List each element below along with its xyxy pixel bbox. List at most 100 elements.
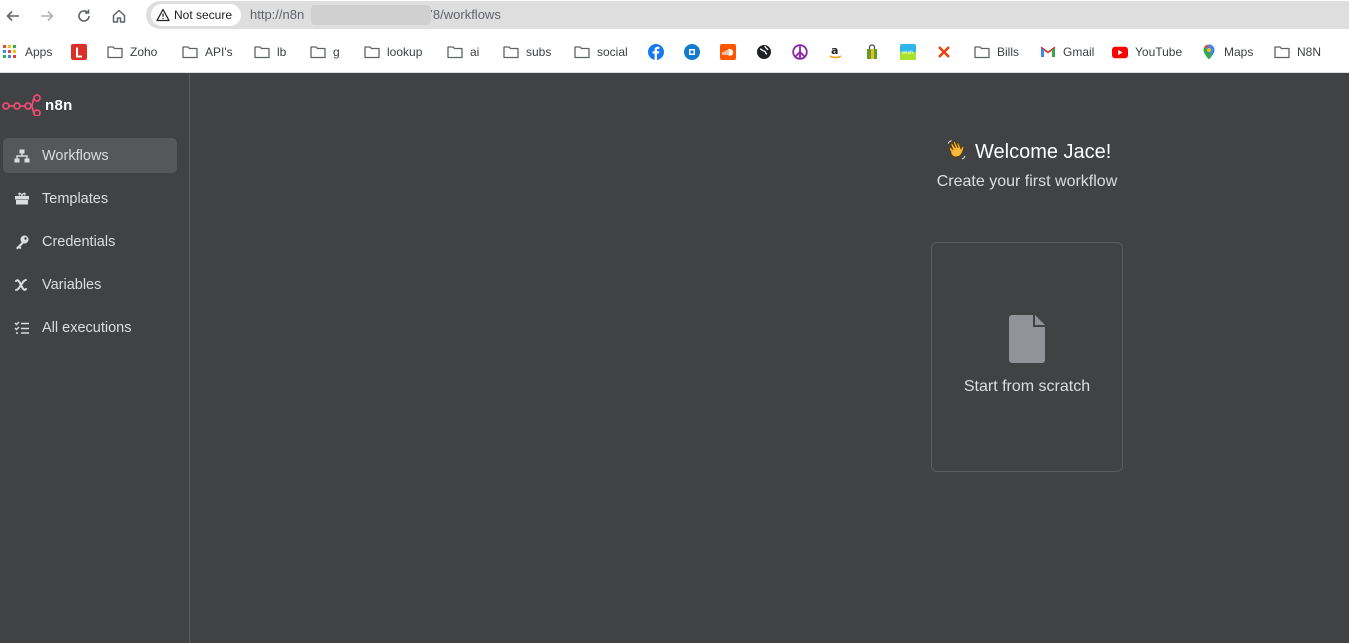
red-l-icon <box>71 44 87 60</box>
sidebar-item-workflows[interactable]: Workflows <box>3 138 177 173</box>
shopping-bag-icon <box>864 44 880 60</box>
bookmark-bills[interactable]: Bills <box>974 42 1019 62</box>
bookmark-lb[interactable]: lb <box>254 42 286 62</box>
url-redaction <box>311 5 431 25</box>
bookmark-n8n[interactable]: N8N <box>1274 42 1321 62</box>
bookmark-label: lookup <box>387 45 423 59</box>
svg-text:a: a <box>831 44 838 57</box>
back-arrow-icon <box>6 10 19 22</box>
n8n-logo[interactable]: n8n <box>2 94 73 116</box>
sidebar-item-variables[interactable]: Variables <box>3 267 177 302</box>
workflows-icon <box>14 148 30 164</box>
bookmark-label: ai <box>470 45 480 59</box>
key-icon <box>14 234 30 250</box>
facebook-icon <box>648 44 664 60</box>
welcome-subtitle: Create your first workflow <box>936 173 1118 190</box>
bookmark-label: lb <box>277 45 287 59</box>
bookmark-label: N8N <box>1297 45 1322 59</box>
bookmark-chase[interactable] <box>684 42 700 62</box>
bookmark-subs[interactable]: subs <box>503 42 551 62</box>
bookmark-globe[interactable] <box>756 42 772 62</box>
folder-icon <box>107 44 123 60</box>
bookmark-wish[interactable]: wish <box>900 42 916 62</box>
sidebar-item-label: Variables <box>42 276 102 293</box>
home-icon <box>112 9 126 23</box>
sidebar-item-templates[interactable]: Templates <box>3 181 177 216</box>
bookmark-api-s[interactable]: API's <box>182 42 233 62</box>
n8n-logo-icon <box>2 94 41 116</box>
bookmark-ai[interactable]: ai <box>447 42 479 62</box>
security-label: Not secure <box>174 8 233 22</box>
sidebar: n8n Workflows Templates Credentials Vari… <box>0 73 190 643</box>
sidebar-item-credentials[interactable]: Credentials <box>3 224 177 259</box>
bookmark-label: YouTube <box>1135 45 1183 59</box>
sidebar-item-label: Workflows <box>42 147 109 164</box>
folder-icon <box>364 44 380 60</box>
bookmark-gmail[interactable]: Gmail <box>1040 42 1094 62</box>
url-prefix: http://n8n <box>250 7 305 22</box>
amazon-icon: a <box>828 44 844 60</box>
bookmark-label: Gmail <box>1063 45 1095 59</box>
bookmark-label: g <box>333 45 340 59</box>
sidebar-item-label: Templates <box>42 190 109 207</box>
executions-list-icon <box>14 320 30 336</box>
folder-icon <box>1274 44 1290 60</box>
folder-icon <box>310 44 326 60</box>
maps-pin-icon <box>1201 44 1217 60</box>
templates-icon <box>14 191 30 207</box>
bookmark-g[interactable]: g <box>310 42 340 62</box>
bookmark-youtube[interactable]: YouTube <box>1112 42 1182 62</box>
start-from-scratch-label: Start from scratch <box>963 378 1091 395</box>
bookmark-peace[interactable] <box>792 42 808 62</box>
logo-text: n8n <box>45 96 73 114</box>
bookmark-shopping-bag[interactable] <box>864 42 880 62</box>
bookmark-label: Zoho <box>130 45 158 59</box>
bookmark-amazon[interactable]: a <box>828 42 844 62</box>
chase-icon <box>684 44 700 60</box>
start-from-scratch-card[interactable]: Start from scratch <box>931 242 1123 472</box>
file-icon <box>1009 315 1045 368</box>
folder-icon <box>503 44 519 60</box>
welcome-text: Welcome Jace! <box>975 141 1112 163</box>
bookmark-label: Maps <box>1224 45 1254 59</box>
folder-icon <box>182 44 198 60</box>
welcome-heading: Welcome Jace! <box>945 138 1111 167</box>
soundcloud-icon <box>720 44 736 60</box>
sidebar-item-label: Credentials <box>42 233 116 250</box>
warning-icon <box>156 8 170 22</box>
forward-arrow-icon <box>41 10 54 22</box>
folder-icon <box>447 44 463 60</box>
sidebar-item-label: All executions <box>42 319 132 336</box>
youtube-icon <box>1112 44 1128 60</box>
sidebar-item-all-executions[interactable]: All executions <box>3 310 177 345</box>
bookmark-zoho[interactable]: Zoho <box>107 42 157 62</box>
bookmark-social[interactable]: social <box>574 42 628 62</box>
address-bar[interactable]: Not secure http://n8n 5678/workflows <box>146 1 1349 29</box>
home-button[interactable] <box>108 5 130 27</box>
bookmark-apps[interactable]: Apps <box>2 42 52 62</box>
gmail-icon <box>1040 44 1056 60</box>
main-content <box>191 73 1349 643</box>
bookmark-maps[interactable]: Maps <box>1201 42 1253 62</box>
bookmark-x-red[interactable] <box>936 42 952 62</box>
bookmark-lookup[interactable]: lookup <box>364 42 422 62</box>
bookmark-red-l[interactable] <box>71 42 87 62</box>
svg-text:wish: wish <box>902 50 913 56</box>
peace-icon <box>792 44 808 60</box>
bookmark-label: subs <box>526 45 552 59</box>
globe-icon <box>756 44 772 60</box>
bookmark-label: Bills <box>997 45 1020 59</box>
wish-icon: wish <box>900 44 916 60</box>
forward-button[interactable] <box>36 5 58 27</box>
reload-button[interactable] <box>73 5 95 27</box>
bookmark-label: API's <box>205 45 233 59</box>
back-button[interactable] <box>2 5 24 27</box>
bookmarks-bar: Apps Zoho API's lb g lookup ai subs social a wish B… <box>0 31 1349 73</box>
security-chip[interactable]: Not secure <box>151 4 241 26</box>
folder-icon <box>254 44 270 60</box>
folder-icon <box>574 44 590 60</box>
bookmark-soundcloud[interactable] <box>720 42 736 62</box>
bookmark-label: Apps <box>25 45 53 59</box>
bookmark-facebook[interactable] <box>648 42 664 62</box>
browser-toolbar: Not secure http://n8n 5678/workflows <box>0 0 1349 31</box>
